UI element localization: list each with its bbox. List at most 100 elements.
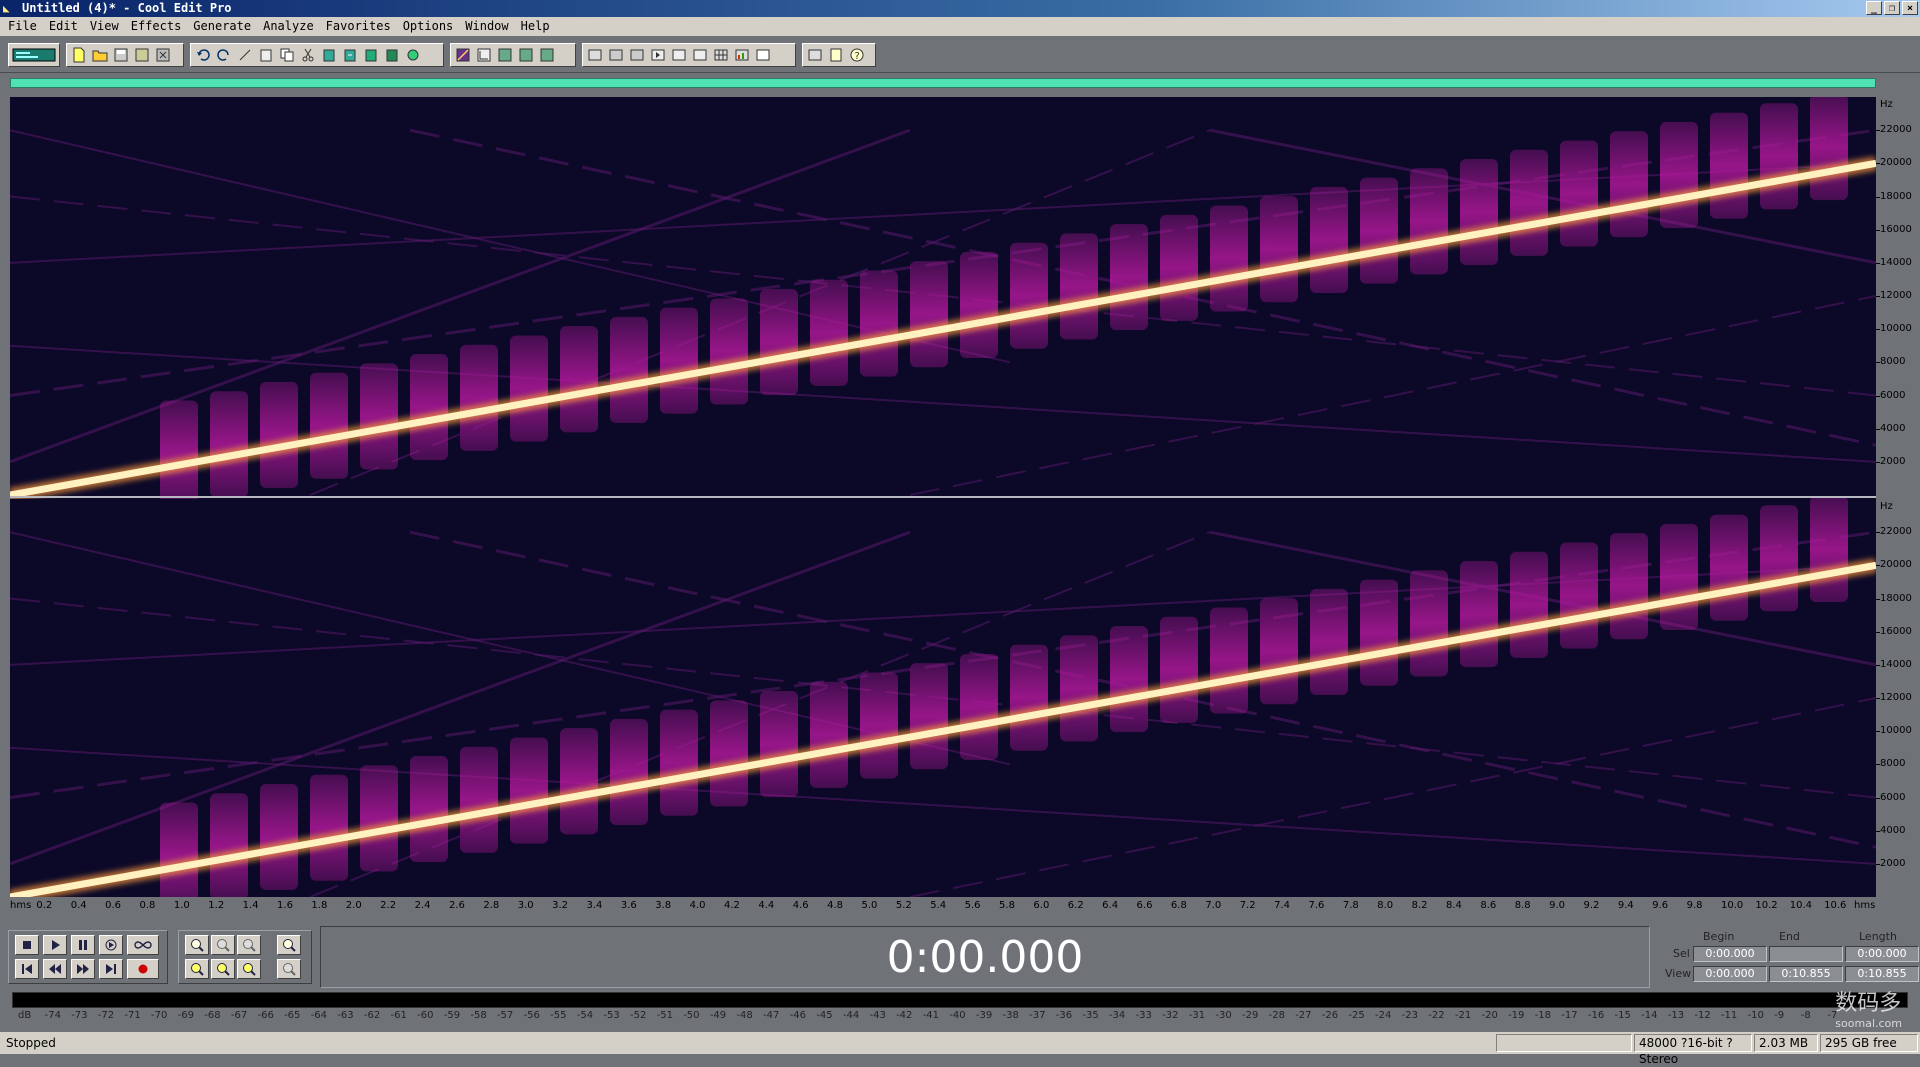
menu-favorites[interactable]: Favorites <box>318 17 395 36</box>
cue-list-icon[interactable] <box>585 45 605 65</box>
info-icon[interactable] <box>627 45 647 65</box>
zoom-vertical-in-icon[interactable] <box>277 935 301 955</box>
cut-icon[interactable] <box>298 45 318 65</box>
trim-icon[interactable] <box>382 45 402 65</box>
menu-window[interactable]: Window <box>457 17 512 36</box>
spectral-blob <box>1760 505 1798 612</box>
rewind-button[interactable] <box>43 959 67 979</box>
time-tick-label: 7.6 <box>1308 900 1325 911</box>
close-file-icon[interactable] <box>153 45 173 65</box>
open-file-icon[interactable] <box>90 45 110 65</box>
menu-help[interactable]: Help <box>513 17 554 36</box>
level-meter[interactable] <box>12 992 1908 1008</box>
spectral-blob <box>860 270 898 377</box>
spectral-blob <box>1460 561 1498 668</box>
menu-edit[interactable]: Edit <box>41 17 82 36</box>
menu-effects[interactable]: Effects <box>123 17 186 36</box>
zoom-out-icon[interactable] <box>211 935 235 955</box>
analyze-icon[interactable] <box>669 45 689 65</box>
menu-options[interactable]: Options <box>395 17 458 36</box>
copy-icon[interactable] <box>277 45 297 65</box>
save-as-icon[interactable] <box>132 45 152 65</box>
go-to-start-button[interactable] <box>15 959 39 979</box>
status-format: 48000 ?16-bit ?Stereo <box>1634 1034 1752 1066</box>
waveform-view-icon[interactable] <box>474 45 494 65</box>
channel-right[interactable] <box>10 496 1876 897</box>
mix-paste-icon[interactable] <box>361 45 381 65</box>
spectral-blob <box>1510 149 1548 256</box>
help-icon[interactable]: ? <box>847 45 867 65</box>
time-tick-label: 1.0 <box>173 900 190 911</box>
spectral-blob <box>910 663 948 770</box>
play-to-end-button[interactable] <box>99 935 123 955</box>
play-window-icon[interactable] <box>648 45 668 65</box>
zoom-in-icon[interactable] <box>185 935 209 955</box>
menu-view[interactable]: View <box>82 17 123 36</box>
loop-button[interactable] <box>127 935 159 955</box>
view-end-field[interactable]: 0:10.855 <box>1769 966 1843 982</box>
spectrogram-canvas[interactable] <box>10 97 1876 897</box>
paste-new-icon[interactable] <box>340 45 360 65</box>
spectral-blob <box>1760 103 1798 210</box>
view-begin-field[interactable]: 0:00.000 <box>1693 966 1767 982</box>
frequency-icon[interactable] <box>690 45 710 65</box>
snap-icon[interactable] <box>495 45 515 65</box>
spectral-display[interactable] <box>10 97 1876 897</box>
play-list-icon[interactable] <box>606 45 626 65</box>
zoom-left-icon[interactable] <box>185 959 209 979</box>
menu-file[interactable]: File <box>0 17 41 36</box>
stop-button[interactable] <box>15 935 39 955</box>
zoom-selection-icon[interactable] <box>237 959 261 979</box>
new-file-icon[interactable] <box>69 45 89 65</box>
minimize-button[interactable]: _ <box>1866 1 1882 15</box>
frequency-scale: Hz 22000 20000 18000 16000 14000 12000 10000 800… <box>1876 97 1920 897</box>
meter-tick-label: -72 <box>97 1010 115 1021</box>
paste-icon[interactable] <box>319 45 339 65</box>
clipboard-icon[interactable] <box>256 45 276 65</box>
sel-length-field[interactable]: 0:00.000 <box>1845 946 1919 962</box>
go-to-end-button[interactable] <box>99 959 123 979</box>
pause-button[interactable] <box>71 935 95 955</box>
grid-icon[interactable] <box>711 45 731 65</box>
snap-cue-icon[interactable] <box>516 45 536 65</box>
view-length-field[interactable]: 0:10.855 <box>1845 966 1919 982</box>
undo-icon[interactable] <box>193 45 213 65</box>
spectral-blob <box>760 289 798 396</box>
spectral-blob <box>1660 121 1698 229</box>
blank-window-icon[interactable] <box>753 45 773 65</box>
sel-end-field[interactable] <box>1769 946 1843 962</box>
zoom-right-icon[interactable] <box>211 959 235 979</box>
mute-icon[interactable] <box>403 45 423 65</box>
zoom-full-icon[interactable] <box>237 935 261 955</box>
settings-icon[interactable] <box>805 45 825 65</box>
menu-generate[interactable]: Generate <box>185 17 255 36</box>
repeat-icon[interactable] <box>235 45 255 65</box>
multitrack-toggle-icon[interactable] <box>11 45 57 65</box>
meter-tick-label: -13 <box>1667 1010 1685 1021</box>
hz-tick-label: 4000 <box>1880 422 1906 434</box>
meter-tick-label: -40 <box>949 1010 966 1021</box>
sel-begin-field[interactable]: 0:00.000 <box>1693 946 1767 962</box>
time-ruler[interactable]: hms 0.2 0.4 0.6 0.8 1.0 1.2 1.4 1.6 1.8 2.0 2.2 2.4 2… <box>10 897 1876 915</box>
save-icon[interactable] <box>111 45 131 65</box>
play-button[interactable] <box>43 935 67 955</box>
record-button[interactable] <box>127 959 159 979</box>
spectral-blob <box>510 335 548 442</box>
notes-icon[interactable] <box>826 45 846 65</box>
zoom-vertical-out-icon[interactable] <box>277 959 301 979</box>
spectral-view-icon[interactable] <box>453 45 473 65</box>
snap-frame-icon[interactable] <box>537 45 557 65</box>
meter-tick-label: -26 <box>1321 1010 1339 1021</box>
close-button[interactable]: × <box>1902 1 1918 15</box>
restore-button[interactable]: ❐ <box>1884 1 1900 15</box>
menu-analyze[interactable]: Analyze <box>255 17 318 36</box>
fast-forward-button[interactable] <box>71 959 95 979</box>
redo-icon[interactable] <box>214 45 234 65</box>
spectral-blob <box>1310 588 1348 696</box>
meter-tick-label: -25 <box>1348 1010 1365 1021</box>
overview-bar[interactable] <box>10 78 1876 88</box>
time-tick-label: 4.0 <box>689 900 706 911</box>
time-tick-label: 0.8 <box>139 900 156 911</box>
channel-left[interactable] <box>10 97 1876 507</box>
statistics-icon[interactable] <box>732 45 752 65</box>
